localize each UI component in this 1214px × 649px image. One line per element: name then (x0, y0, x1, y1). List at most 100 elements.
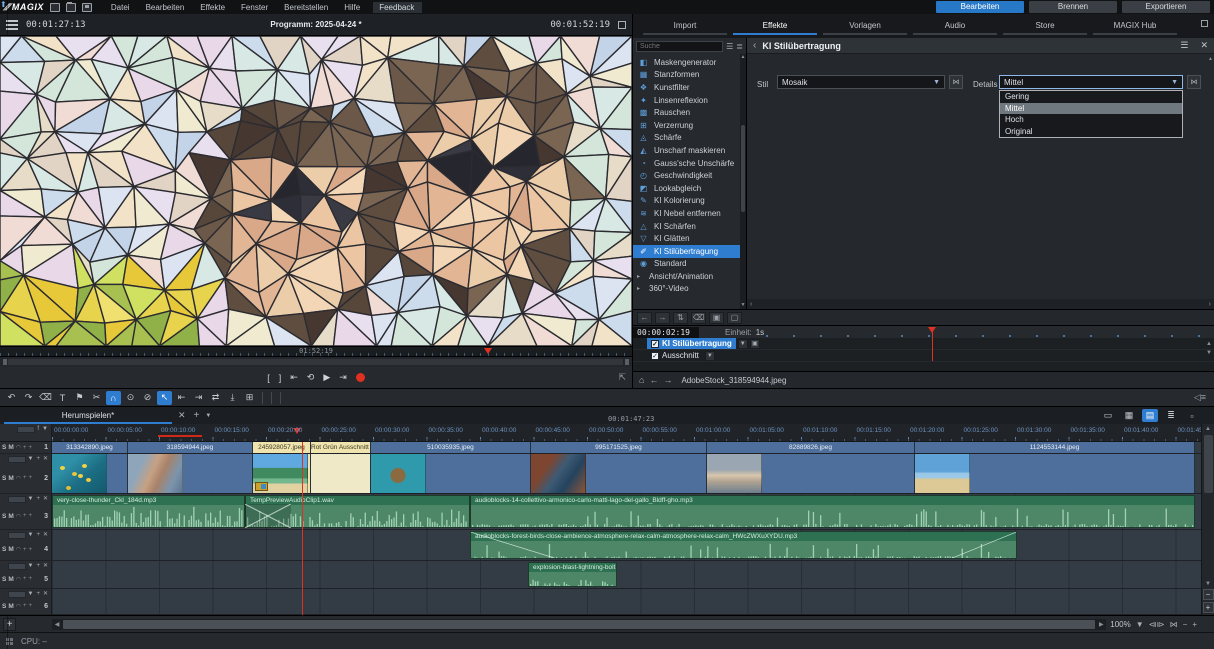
track-lane-1[interactable]: 313342890.jpeg318594944.jpeg245928057.jp… (52, 442, 1214, 453)
mute-button[interactable]: M (8, 576, 13, 583)
loop-icon[interactable]: ⟲ (307, 372, 315, 383)
preview-playhead[interactable] (484, 348, 492, 354)
audio-clip[interactable]: audioblocks-14-collettivo-armonico-carlo… (470, 495, 1195, 528)
transition-in-icon[interactable]: + (23, 576, 27, 582)
kf-scroll-up-icon[interactable]: ▲ (1206, 340, 1212, 348)
transition-in-icon[interactable]: + (23, 603, 27, 609)
effects-scrollbar[interactable]: ▲ ▼ (740, 54, 746, 309)
clip-name-bar[interactable]: 82889826.jpeg (707, 442, 915, 453)
effect-item-ki-nebel-entfernen[interactable]: ≋KI Nebel entfernen (633, 207, 740, 220)
tab-store[interactable]: Store (1003, 17, 1087, 35)
object-grid-icon[interactable]: ⊞ (242, 391, 257, 405)
timeline-vscrollbar[interactable]: ▲ ▼ − + (1201, 424, 1214, 615)
tab-effekte[interactable]: Effekte (733, 17, 817, 35)
track-dropdown-icon[interactable]: ▼ (27, 532, 35, 539)
video-preview[interactable] (0, 36, 632, 346)
effect-item-stanzformen[interactable]: ▦Stanzformen (633, 69, 740, 82)
track-add-icon[interactable]: + (35, 456, 41, 463)
track-close-icon[interactable]: ✕ (42, 496, 49, 503)
mute-button[interactable]: M (8, 513, 13, 520)
track-name-field[interactable] (8, 591, 26, 598)
clip-name-bar[interactable]: Rot Grün Ausschnitt We... (311, 442, 371, 453)
redo-icon[interactable]: ↷ (21, 391, 36, 405)
tracks-scroll-up-icon[interactable]: ▲ (1205, 425, 1211, 433)
fullscreen-icon[interactable] (618, 21, 626, 29)
video-clip[interactable] (531, 454, 707, 493)
tracks-scroll-down-icon[interactable]: ▼ (1205, 580, 1211, 588)
track-add-icon[interactable]: + (35, 591, 41, 598)
search-input[interactable] (636, 41, 723, 52)
detail-scroll-up-icon[interactable]: ▲ (1208, 56, 1213, 62)
track-dropdown-icon[interactable]: ▼ (41, 426, 49, 433)
video-clip[interactable] (915, 454, 1195, 493)
prev-object-icon[interactable]: ← (649, 375, 658, 385)
menu-item-hilfe[interactable]: Hilfe (337, 2, 367, 13)
effect-item-verzerrung[interactable]: ⊞Verzerrung (633, 119, 740, 132)
scroll-left-icon[interactable]: ‹ (750, 301, 752, 308)
zoom-level[interactable]: 100% (1110, 620, 1130, 629)
tab-magix-hub[interactable]: MAGIX Hub (1093, 17, 1177, 35)
dropdown-option-hoch[interactable]: Hoch (1000, 114, 1182, 126)
menu-item-fenster[interactable]: Fenster (234, 2, 275, 13)
track-name-field[interactable] (8, 456, 26, 463)
track-close-icon[interactable]: ✕ (42, 456, 49, 463)
track-close-icon[interactable]: ✕ (42, 591, 49, 598)
close-effect-icon[interactable]: ✕ (1200, 40, 1208, 51)
menu-item-bearbeiten[interactable]: Bearbeiten (139, 2, 192, 13)
tab-vorlagen[interactable]: Vorlagen (823, 17, 907, 35)
feedback-button[interactable]: ⬆Feedback (373, 2, 422, 13)
audio-clip[interactable]: audioblocks-forest-birds-close-ambience-… (470, 531, 1017, 559)
tab-import[interactable]: Import (643, 17, 727, 35)
mute-button[interactable]: M (8, 444, 13, 451)
video-clip[interactable] (311, 454, 371, 493)
zoom-dropdown-icon[interactable]: ▼ (1136, 620, 1144, 629)
delete-keyframe-icon[interactable]: ⌫ (691, 312, 706, 324)
solo-button[interactable]: S (2, 546, 6, 553)
track-name-field[interactable] (8, 532, 26, 539)
lock-track-icon[interactable]: ◠ (16, 576, 21, 583)
scroll-left-arrow-icon[interactable]: ◀ (52, 621, 62, 628)
mute-button[interactable]: M (8, 475, 13, 482)
timeline-playhead-line[interactable] (302, 442, 303, 615)
track-add-icon[interactable]: + (35, 563, 41, 570)
track-lane-2[interactable] (52, 454, 1214, 493)
dropdown-option-original[interactable]: Original (1000, 126, 1182, 138)
track-name-field[interactable] (8, 563, 26, 570)
jump-to-object-icon[interactable]: ⌂ (639, 375, 644, 385)
solo-button[interactable]: S (2, 576, 6, 583)
storyboard-view-icon[interactable]: ▦ (1121, 409, 1137, 422)
row-dropdown-icon[interactable]: ▼ (738, 339, 748, 349)
effect-item-sch-rfe[interactable]: ◬Schärfe (633, 132, 740, 145)
dropdown-option-gering[interactable]: Gering (1000, 91, 1182, 103)
row-dropdown-icon[interactable]: ▼ (705, 351, 715, 361)
new-project-icon[interactable] (50, 3, 60, 12)
jump-start-icon[interactable]: ⇤ (290, 372, 298, 383)
track-name-field[interactable] (8, 496, 26, 503)
transition-out-icon[interactable]: + (29, 603, 33, 609)
fade-out-handle[interactable] (952, 532, 1016, 558)
expand-arrow-icon[interactable]: ▸ (637, 273, 645, 280)
effect-item-ki-stil-bertragung[interactable]: ✐KI Stilübertragung (633, 245, 740, 258)
preview-scrollbar[interactable] (0, 356, 632, 367)
mouse-mode-stretch-icon[interactable]: ⇥ (191, 391, 206, 405)
solo-button[interactable]: S (2, 513, 6, 520)
volume-icon[interactable]: ◁≡ (1194, 392, 1206, 403)
range-end-handle[interactable] (625, 359, 629, 365)
clip-name-bar[interactable]: 318594944.jpeg (128, 442, 253, 453)
keyframe-row-ausschnitt[interactable]: ✓Ausschnitt▼ (633, 350, 1214, 362)
scroll-down-icon[interactable]: ▼ (740, 303, 746, 308)
effect-item-ki-kolorierung[interactable]: ✎KI Kolorierung (633, 195, 740, 208)
transition-in-icon[interactable]: + (23, 547, 27, 553)
project-dropdown-icon[interactable]: ▼ (205, 413, 211, 419)
range-out-icon[interactable]: ] (279, 373, 282, 383)
delete-icon[interactable]: ⌫ (38, 391, 53, 405)
mode-button-brennen[interactable]: Brennen (1029, 1, 1117, 13)
monitor-menu-icon[interactable] (6, 20, 18, 30)
audio-clip[interactable]: explosion-blast-lightning-bolt... (528, 562, 617, 587)
effect-enabled-checkbox[interactable]: ✓ (651, 352, 659, 360)
transition-out-icon[interactable]: + (29, 547, 33, 553)
effect-enabled-checkbox[interactable]: ✓ (651, 340, 659, 348)
play-icon[interactable]: ▶ (323, 372, 330, 383)
multicam-view-icon[interactable]: ≣ (1163, 409, 1179, 422)
list-view-icon[interactable]: ☰ (726, 42, 733, 51)
